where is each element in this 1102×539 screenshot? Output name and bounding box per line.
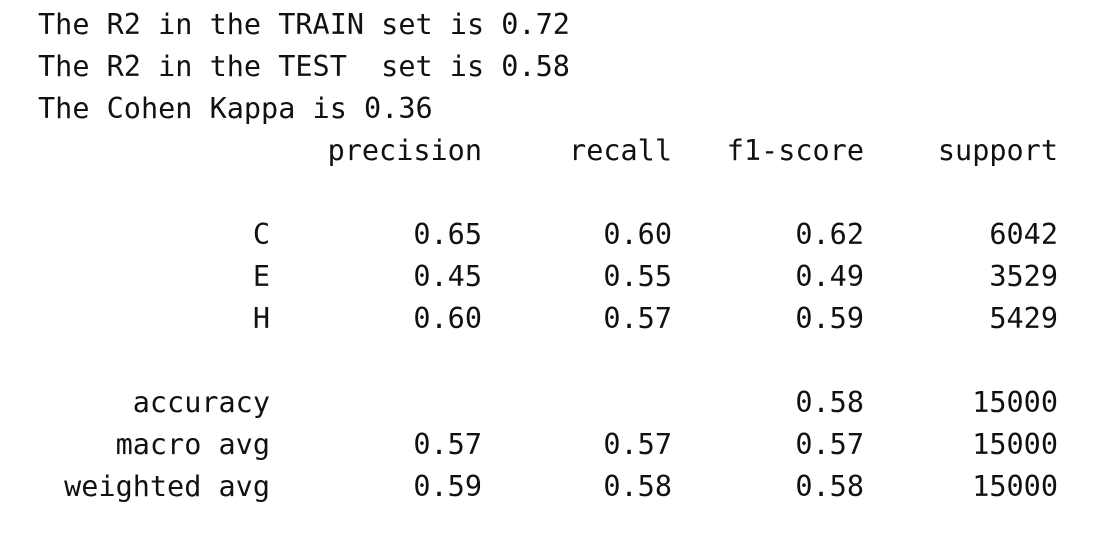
precision-value: 0.45: [413, 260, 482, 293]
recall-value: 0.60: [603, 218, 672, 251]
support-value: 3529: [989, 260, 1058, 293]
header-recall: recall: [569, 134, 672, 167]
f1-value: 0.58: [795, 470, 864, 503]
precision-value: 0.65: [413, 218, 482, 251]
support-value: 5429: [989, 302, 1058, 335]
row-label: accuracy: [132, 386, 270, 419]
test-r2-line: The R2 in the TEST set is 0.58: [38, 50, 570, 83]
precision-value: 0.59: [413, 470, 482, 503]
precision-value: 0.57: [413, 428, 482, 461]
report-row-weighted-avg: weighted avg 0.59 0.58 0.58 15000: [38, 466, 1068, 508]
header-support: support: [937, 134, 1058, 167]
recall-value: 0.57: [603, 428, 672, 461]
recall-value: 0.55: [603, 260, 672, 293]
row-label: weighted avg: [64, 470, 270, 503]
report-row-c: C 0.65 0.60 0.62 6042: [38, 214, 1068, 256]
f1-value: 0.58: [795, 386, 864, 419]
report-row-h: H 0.60 0.57 0.59 5429: [38, 298, 1068, 340]
support-value: 6042: [989, 218, 1058, 251]
f1-value: 0.57: [795, 428, 864, 461]
report-row-macro-avg: macro avg 0.57 0.57 0.57 15000: [38, 424, 1068, 466]
console-output: The R2 in the TRAIN set is 0.72 The R2 i…: [38, 4, 1078, 508]
header-f1-score: f1-score: [726, 134, 864, 167]
f1-value: 0.59: [795, 302, 864, 335]
precision-value: 0.60: [413, 302, 482, 335]
report-header-row: precision recall f1-score support: [38, 130, 1068, 172]
f1-value: 0.62: [795, 218, 864, 251]
row-label: C: [252, 218, 270, 251]
report-row-accuracy: accuracy 0.58 15000: [38, 382, 1068, 424]
support-value: 15000: [972, 386, 1058, 419]
recall-value: 0.57: [603, 302, 672, 335]
cohen-kappa-line: The Cohen Kappa is 0.36: [38, 92, 433, 125]
header-precision: precision: [327, 134, 482, 167]
row-label: H: [252, 302, 270, 335]
row-label: macro avg: [115, 428, 270, 461]
recall-value: 0.58: [603, 470, 672, 503]
report-row-e: E 0.45 0.55 0.49 3529: [38, 256, 1068, 298]
support-value: 15000: [972, 470, 1058, 503]
f1-value: 0.49: [795, 260, 864, 293]
support-value: 15000: [972, 428, 1058, 461]
train-r2-line: The R2 in the TRAIN set is 0.72: [38, 8, 570, 41]
row-label: E: [252, 260, 270, 293]
